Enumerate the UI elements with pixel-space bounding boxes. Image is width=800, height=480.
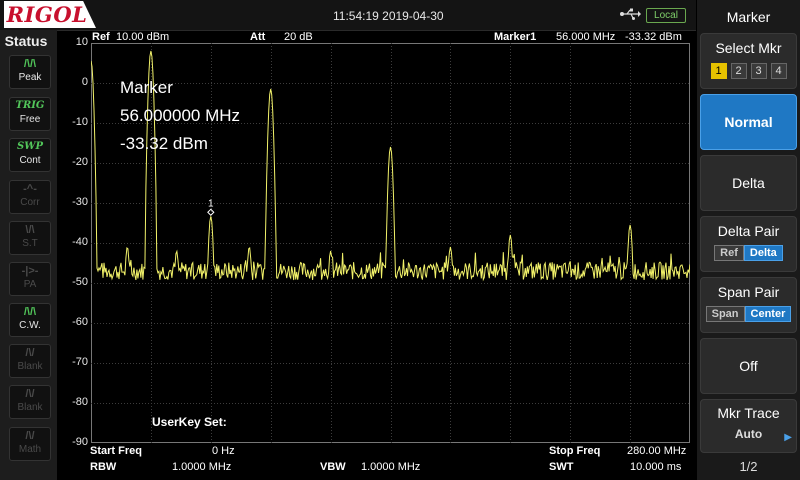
menu-title: Marker — [726, 9, 771, 25]
swp-icon: SWP — [17, 141, 43, 152]
cw-icon: /\/\ — [23, 306, 37, 318]
peak-icon: /\/\ — [23, 58, 37, 70]
status-button-corr[interactable]: -^- Corr — [9, 180, 51, 214]
delta-pair-delta-option[interactable]: Delta — [743, 245, 783, 261]
marker-2-option[interactable]: 2 — [730, 63, 747, 79]
y-tick-label: -10 — [72, 116, 88, 128]
status-button-label: Cont — [19, 155, 41, 166]
blank-icon: /\/ — [25, 347, 35, 359]
pa-icon: -|>- — [21, 265, 39, 277]
marker-amp: -33.32 dBm — [625, 31, 682, 43]
marker-readout-title: Marker — [120, 78, 173, 97]
blank-icon: /\/ — [25, 388, 35, 400]
stop-freq-label: Stop Freq — [549, 445, 601, 457]
delta-pair-ref-option[interactable]: Ref — [714, 245, 744, 261]
status-button-label: S.T — [22, 238, 38, 249]
y-tick-label: 0 — [81, 76, 88, 88]
marker-readout-freq: 56.000000 MHz — [120, 106, 241, 125]
off-button[interactable]: Off — [700, 338, 797, 394]
select-mkr-label: Select Mkr — [715, 40, 782, 56]
span-pair-label: Span Pair — [717, 284, 780, 300]
swt-value: 10.000 ms — [630, 461, 682, 473]
usb-icon — [620, 8, 641, 20]
status-button-label: Peak — [18, 72, 42, 83]
y-tick-label: -20 — [72, 156, 88, 168]
userkey-label: UserKey Set: — [152, 415, 227, 429]
status-button-peak[interactable]: /\/\ Peak — [9, 55, 51, 89]
corr-icon: -^- — [23, 183, 37, 195]
ref-label: Ref — [92, 31, 110, 43]
menu-page-indicator: 1/2 — [739, 459, 758, 474]
status-button-math[interactable]: /\/ Math — [9, 427, 51, 461]
status-button-label: Blank — [17, 361, 43, 372]
att-label: Att — [250, 31, 266, 43]
span-pair-center-option[interactable]: Center — [744, 306, 792, 322]
y-tick-label: -90 — [72, 436, 88, 448]
marker-3-option[interactable]: 3 — [750, 63, 767, 79]
status-button-cw[interactable]: /\/\ C.W. — [9, 303, 51, 337]
status-button-label: Free — [19, 114, 41, 125]
trig-icon: TRIG — [15, 100, 45, 111]
rbw-value: 1.0000 MHz — [172, 461, 232, 473]
y-tick-label: -60 — [72, 316, 88, 328]
arrow-right-icon: ▶ — [784, 432, 792, 443]
marker-readout: Marker 56.000000 MHz -33.32 dBm — [120, 74, 240, 158]
local-badge: Local — [646, 8, 686, 23]
delta-pair-label: Delta Pair — [717, 223, 780, 239]
rbw-label: RBW — [90, 461, 117, 473]
swt-label: SWT — [549, 461, 574, 473]
y-tick-label: -80 — [72, 396, 88, 408]
status-button-label: C.W. — [19, 320, 41, 331]
ref-value: 10.00 dBm — [116, 31, 170, 43]
status-button-st[interactable]: \/\ S.T — [9, 221, 51, 255]
vbw-label: VBW — [320, 461, 346, 473]
y-tick-label: -40 — [72, 236, 88, 248]
datetime: 11:54:19 2019-04-30 — [333, 9, 444, 23]
math-icon: /\/ — [25, 430, 35, 442]
status-button-label: Math — [18, 444, 42, 455]
span-pair-button[interactable]: Span Pair Span Center — [700, 277, 797, 333]
marker-freq: 56.000 MHz — [556, 31, 616, 43]
mkr-trace-label: Mkr Trace — [717, 405, 780, 421]
st-icon: \/\ — [25, 224, 35, 236]
status-button-label: Blank — [17, 402, 43, 413]
y-tick-label: -70 — [72, 356, 88, 368]
mkr-trace-button[interactable]: Mkr Trace Auto ▶ — [700, 399, 797, 453]
marker-label: Marker1 — [494, 31, 537, 43]
start-freq-label: Start Freq — [90, 445, 142, 457]
att-value: 20 dB — [284, 31, 313, 43]
span-pair-span-option[interactable]: Span — [705, 306, 745, 322]
marker-4-option[interactable]: 4 — [770, 63, 787, 79]
start-freq-value: 0 Hz — [212, 445, 235, 457]
plot-header: Ref 10.00 dBm Att 20 dB Marker1 56.000 M… — [90, 31, 690, 45]
status-title: Status — [4, 33, 48, 49]
mkr-trace-value: Auto — [734, 427, 763, 441]
normal-button[interactable]: Normal — [700, 94, 797, 150]
marker-1-option[interactable]: 1 — [710, 63, 727, 79]
stop-freq-value: 280.00 MHz — [627, 445, 687, 457]
marker-1-label: 1 — [208, 198, 214, 209]
select-mkr-button[interactable]: Select Mkr 1234 — [700, 33, 797, 89]
status-button-free[interactable]: TRIG Free — [9, 97, 51, 131]
y-tick-label: -50 — [72, 276, 88, 288]
delta-button[interactable]: Delta — [700, 155, 797, 211]
y-tick-label: 10 — [75, 36, 88, 48]
status-button-blank[interactable]: /\/ Blank — [9, 344, 51, 378]
y-tick-label: -30 — [72, 196, 88, 208]
vbw-value: 1.0000 MHz — [361, 461, 421, 473]
status-button-blank[interactable]: /\/ Blank — [9, 385, 51, 419]
status-button-pa[interactable]: -|>- PA — [9, 262, 51, 296]
marker-1-diamond — [207, 208, 215, 216]
status-button-label: PA — [23, 279, 37, 290]
status-button-label: Corr — [20, 197, 40, 208]
rigol-logo: RIGOL — [4, 1, 96, 28]
delta-pair-button[interactable]: Delta Pair Ref Delta — [700, 216, 797, 272]
marker-readout-amp: -33.32 dBm — [120, 134, 208, 153]
status-button-cont[interactable]: SWP Cont — [9, 138, 51, 172]
